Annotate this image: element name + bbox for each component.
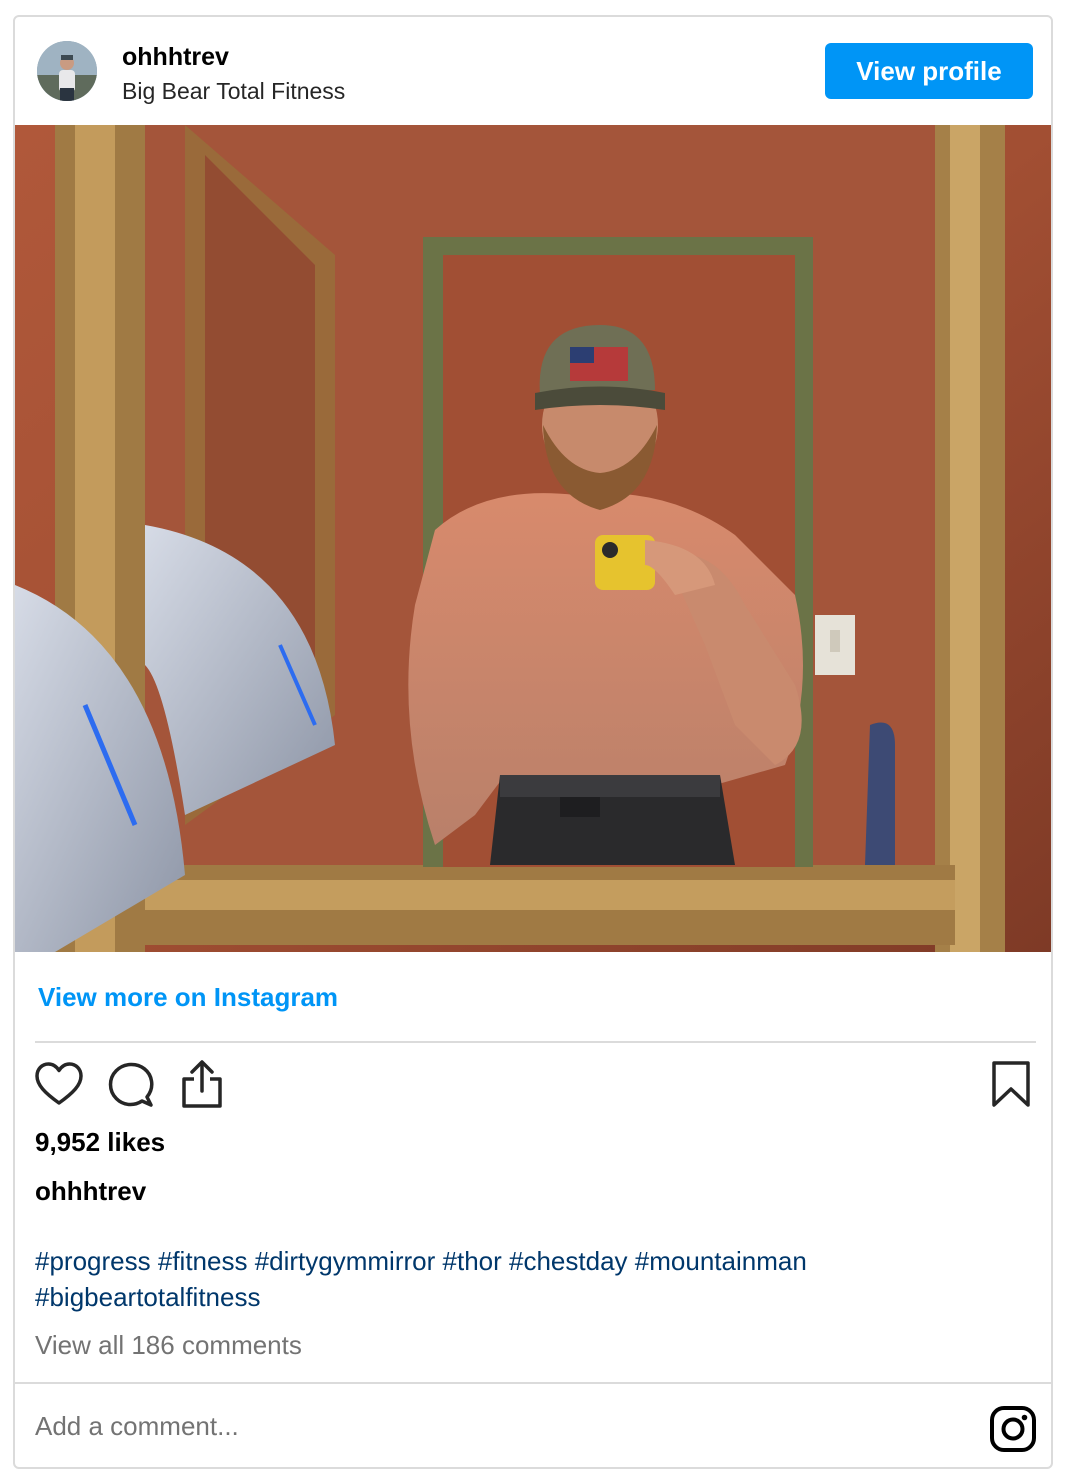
instagram-icon[interactable]	[989, 1405, 1037, 1458]
divider	[15, 1382, 1051, 1384]
hashtag[interactable]: #bigbeartotalfitness	[35, 1282, 260, 1312]
like-count[interactable]: 9,952 likes	[35, 1127, 165, 1158]
avatar[interactable]	[37, 41, 97, 101]
hashtag[interactable]: #fitness	[158, 1246, 248, 1276]
post-location[interactable]: Big Bear Total Fitness	[122, 78, 345, 105]
hashtag[interactable]: #dirtygymmirror	[255, 1246, 436, 1276]
post-username[interactable]: ohhhtrev	[122, 43, 229, 72]
comment-icon[interactable]	[107, 1061, 155, 1114]
post-photo[interactable]	[15, 125, 1051, 952]
share-icon[interactable]	[179, 1059, 225, 1114]
view-profile-button[interactable]: View profile	[825, 43, 1033, 99]
view-more-on-instagram-link[interactable]: View more on Instagram	[38, 982, 338, 1013]
hashtag[interactable]: #chestday	[509, 1246, 628, 1276]
view-all-comments-link[interactable]: View all 186 comments	[35, 1330, 302, 1361]
bookmark-icon[interactable]	[990, 1060, 1032, 1113]
hashtag-list: #progress #fitness #dirtygymmirror #thor…	[35, 1243, 1035, 1315]
hashtag[interactable]: #progress	[35, 1246, 151, 1276]
hashtag[interactable]: #thor	[443, 1246, 502, 1276]
add-comment-input[interactable]	[35, 1401, 935, 1451]
hashtag[interactable]: #mountainman	[635, 1246, 807, 1276]
heart-icon[interactable]	[35, 1062, 83, 1111]
caption-username[interactable]: ohhhtrev	[35, 1176, 146, 1207]
avatar-image	[37, 41, 97, 101]
mirror-selfie-image	[15, 125, 1051, 952]
post-header: ohhhtrev Big Bear Total Fitness View pro…	[15, 17, 1051, 125]
divider	[35, 1041, 1036, 1043]
instagram-embed-card: ohhhtrev Big Bear Total Fitness View pro…	[13, 15, 1053, 1469]
